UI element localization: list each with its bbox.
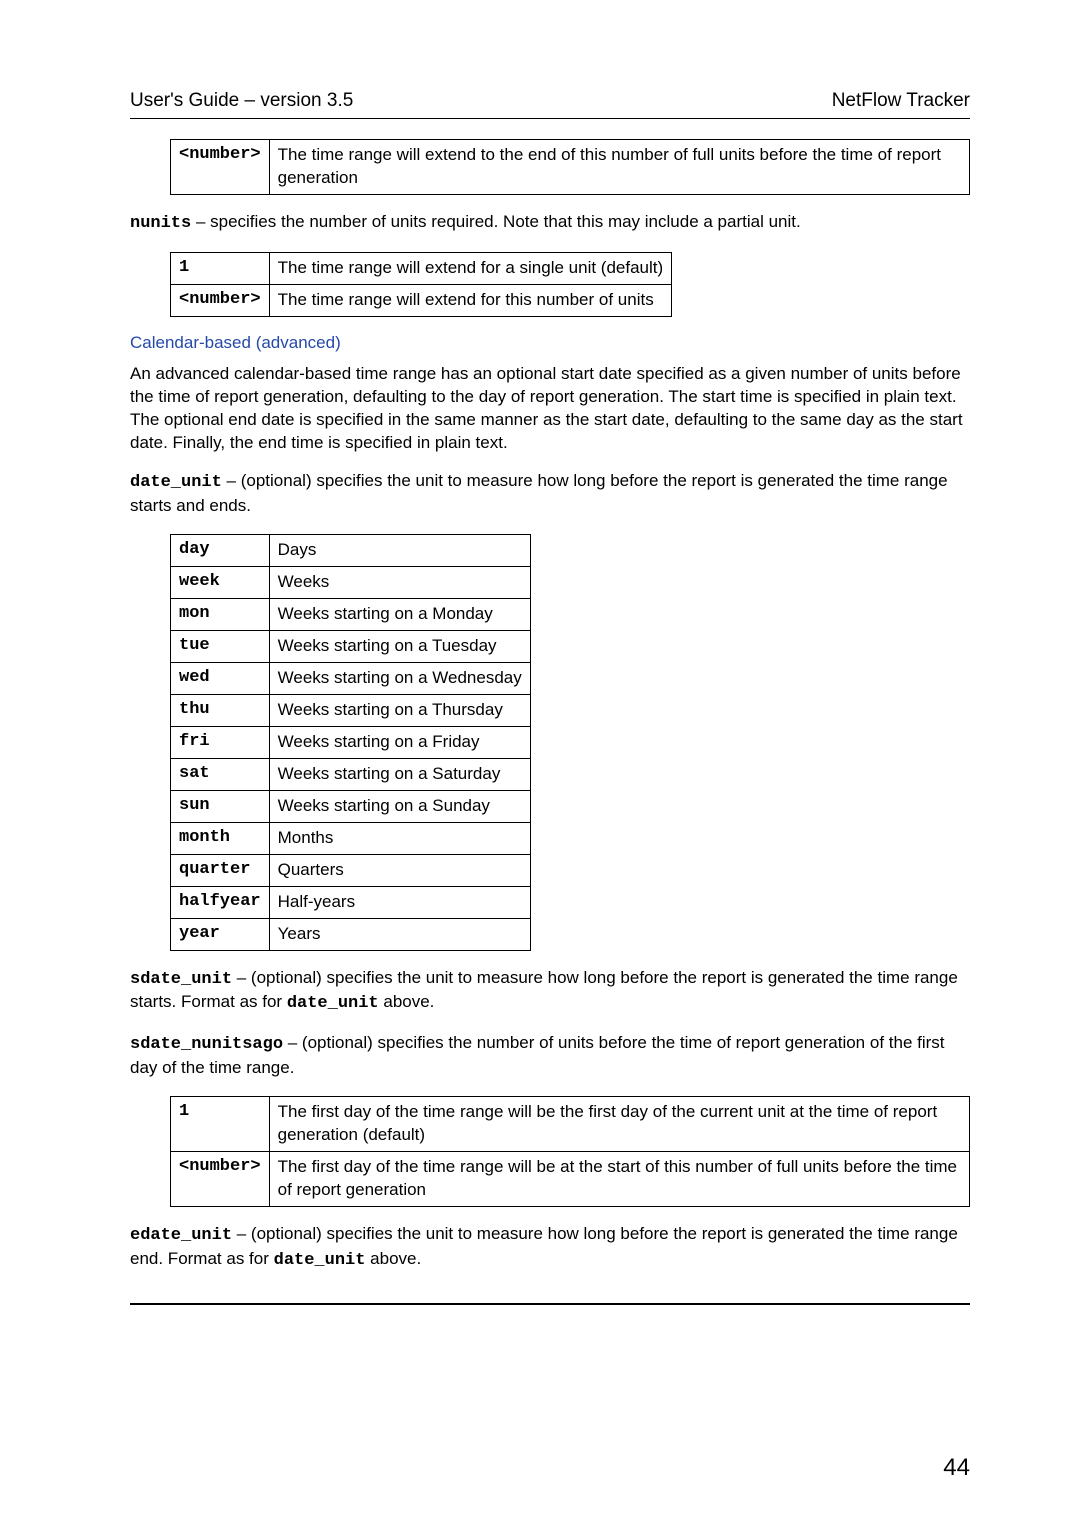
paragraph-nunits: nunits – specifies the number of units r… [130, 211, 970, 236]
code-dateunit: date_unit [130, 473, 222, 492]
cell-key: halfyear [171, 886, 270, 918]
table-row: sunWeeks starting on a Sunday [171, 790, 531, 822]
cell-key: 1 [171, 1097, 270, 1152]
cell-key: thu [171, 695, 270, 727]
table-row: wedWeeks starting on a Wednesday [171, 663, 531, 695]
paragraph-dateunit: date_unit – (optional) specifies the uni… [130, 470, 970, 518]
table-row: friWeeks starting on a Friday [171, 726, 531, 758]
cell-key: fri [171, 726, 270, 758]
header-left: User's Guide – version 3.5 [130, 90, 353, 112]
cell-val: Weeks starting on a Monday [269, 599, 530, 631]
cell-val: Weeks starting on a Saturday [269, 758, 530, 790]
cell-key: year [171, 918, 270, 950]
table-row: yearYears [171, 918, 531, 950]
cell-val: Years [269, 918, 530, 950]
paragraph-edateunit: edate_unit – (optional) specifies the un… [130, 1223, 970, 1273]
cell-key: <number> [171, 1152, 270, 1207]
cell-key: week [171, 567, 270, 599]
section-heading-calendar: Calendar-based (advanced) [130, 333, 970, 353]
paragraph-sdateunit: sdate_unit – (optional) specifies the un… [130, 967, 970, 1017]
table-row: tueWeeks starting on a Tuesday [171, 631, 531, 663]
paragraph-sdatenago: sdate_nunitsago – (optional) specifies t… [130, 1032, 970, 1080]
table-row: <number> The time range will extend to t… [171, 140, 970, 195]
text: – (optional) specifies the unit to measu… [130, 471, 948, 515]
table-row: halfyearHalf-years [171, 886, 531, 918]
cell-val: The first day of the time range will be … [269, 1097, 969, 1152]
cell-val: The first day of the time range will be … [269, 1152, 969, 1207]
cell-key: 1 [171, 252, 270, 284]
table-row: <number> The time range will extend for … [171, 284, 672, 316]
cell-val: Weeks [269, 567, 530, 599]
table-row: 1 The first day of the time range will b… [171, 1097, 970, 1152]
cell-val: Weeks starting on a Sunday [269, 790, 530, 822]
cell-val: The time range will extend to the end of… [269, 140, 969, 195]
cell-key: <number> [171, 284, 270, 316]
text: – (optional) specifies the unit to measu… [130, 1224, 958, 1268]
table-nunits: 1 The time range will extend for a singl… [170, 252, 672, 317]
table-row: quarterQuarters [171, 854, 531, 886]
cell-key: mon [171, 599, 270, 631]
cell-val: The time range will extend for this numb… [269, 284, 672, 316]
text: – specifies the number of units required… [191, 212, 801, 231]
cell-key: sat [171, 758, 270, 790]
header-rule [130, 118, 970, 119]
code-edateunit: edate_unit [130, 1226, 232, 1245]
cell-val: Weeks starting on a Friday [269, 726, 530, 758]
table-row: satWeeks starting on a Saturday [171, 758, 531, 790]
table-row: <number> The first day of the time range… [171, 1152, 970, 1207]
text: above. [365, 1249, 421, 1268]
text: above. [379, 992, 435, 1011]
cell-val: Weeks starting on a Tuesday [269, 631, 530, 663]
code-dateunit-ref: date_unit [274, 1251, 366, 1270]
table-date-units: dayDays weekWeeks monWeeks starting on a… [170, 534, 531, 950]
cell-key: sun [171, 790, 270, 822]
table-row: 1 The time range will extend for a singl… [171, 252, 672, 284]
code-sdatenago: sdate_nunitsago [130, 1035, 283, 1054]
cell-val: Weeks starting on a Thursday [269, 695, 530, 727]
text: – (optional) specifies the unit to measu… [130, 968, 958, 1012]
cell-val: Quarters [269, 854, 530, 886]
table-row: monthMonths [171, 822, 531, 854]
table-number-fullunits: <number> The time range will extend to t… [170, 139, 970, 195]
code-sdateunit: sdate_unit [130, 970, 232, 989]
table-row: monWeeks starting on a Monday [171, 599, 531, 631]
table-row: thuWeeks starting on a Thursday [171, 695, 531, 727]
cell-val: Months [269, 822, 530, 854]
table-row: dayDays [171, 535, 531, 567]
cell-key: quarter [171, 854, 270, 886]
cell-key: wed [171, 663, 270, 695]
page-number: 44 [943, 1454, 970, 1482]
cell-key: tue [171, 631, 270, 663]
table-sdatenago: 1 The first day of the time range will b… [170, 1096, 970, 1207]
cell-key: month [171, 822, 270, 854]
footer-rule [130, 1303, 970, 1305]
cell-val: Weeks starting on a Wednesday [269, 663, 530, 695]
table-row: weekWeeks [171, 567, 531, 599]
cell-val: Days [269, 535, 530, 567]
cell-val: Half-years [269, 886, 530, 918]
cell-key: day [171, 535, 270, 567]
cell-val: The time range will extend for a single … [269, 252, 672, 284]
cell-key: <number> [171, 140, 270, 195]
page-header: User's Guide – version 3.5 NetFlow Track… [130, 90, 970, 112]
header-right: NetFlow Tracker [832, 90, 970, 112]
code-nunits: nunits [130, 214, 191, 233]
paragraph-calendar: An advanced calendar-based time range ha… [130, 363, 970, 455]
code-dateunit-ref: date_unit [287, 994, 379, 1013]
